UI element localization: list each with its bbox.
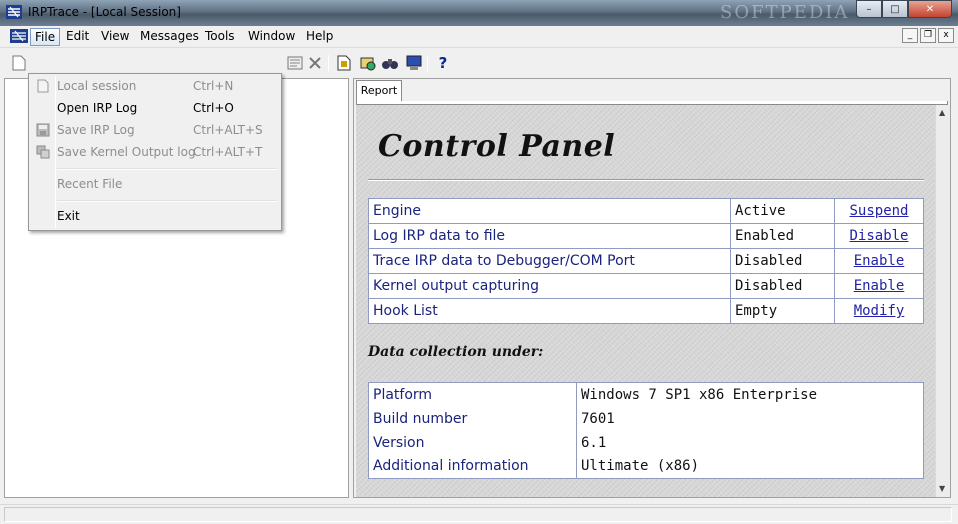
menu-item-save-kernel-output-log[interactable]: Save Kernel Output log Ctrl+ALT+T [31, 142, 279, 162]
menu-item-recent-file[interactable]: Recent File [31, 174, 279, 194]
maximize-button[interactable]: □ [882, 0, 908, 18]
menu-help[interactable]: Help [302, 28, 337, 46]
mdi-restore-button[interactable]: ❐ [920, 28, 936, 43]
control-state: Enabled [730, 223, 835, 249]
status-panel [4, 507, 952, 522]
control-state: Disabled [730, 248, 835, 274]
find-binoculars-icon[interactable] [381, 54, 399, 72]
info-key: Version [368, 430, 577, 455]
enable-link[interactable]: Enable [834, 273, 924, 299]
menu-item-label: Recent File [57, 177, 123, 191]
menu-item-label: Save IRP Log [57, 123, 135, 137]
table-row: Engine Active Suspend [368, 198, 924, 224]
control-state: Disabled [730, 273, 835, 299]
monitor-icon[interactable] [405, 54, 423, 72]
toolbar-separator [328, 55, 329, 71]
menu-item-shortcut: Ctrl+ALT+S [193, 123, 263, 137]
control-table: Engine Active Suspend Log IRP data to fi… [368, 198, 924, 324]
control-state: Empty [730, 298, 835, 324]
menu-item-exit[interactable]: Exit [31, 206, 279, 226]
menu-edit[interactable]: Edit [62, 28, 93, 46]
status-bar [0, 504, 958, 524]
mdi-close-button[interactable]: x [938, 28, 954, 43]
close-button[interactable]: ✕ [908, 0, 952, 18]
report-pane: Report Control Panel Engine Active Suspe… [353, 78, 951, 498]
info-value: 6.1 [581, 434, 607, 451]
title-bar[interactable]: IRPTrace - [Local Session] SOFTPEDIA – □… [0, 0, 958, 26]
save-icon [36, 123, 50, 137]
control-name: Trace IRP data to Debugger/COM Port [368, 248, 731, 274]
scroll-up-icon[interactable]: ▲ [939, 109, 947, 117]
minimize-button[interactable]: – [856, 0, 882, 18]
info-key: Platform [368, 382, 577, 407]
info-value: Windows 7 SP1 x86 Enterprise [581, 386, 818, 403]
table-row: Build number 7601 [368, 406, 924, 431]
caption-buttons: – □ ✕ [856, 0, 952, 18]
control-name: Engine [368, 198, 731, 224]
disable-link[interactable]: Disable [834, 223, 924, 249]
table-row: Platform Windows 7 SP1 x86 Enterprise [368, 382, 924, 407]
menu-item-label: Save Kernel Output log [57, 145, 196, 159]
app-icon [6, 5, 22, 19]
watermark: SOFTPEDIA [720, 2, 850, 23]
menu-item-save-irp-log[interactable]: Save IRP Log Ctrl+ALT+S [31, 120, 279, 140]
menu-item-label: Local session [57, 79, 137, 93]
system-info-table: Platform Windows 7 SP1 x86 Enterprise Bu… [368, 382, 924, 479]
table-row: Trace IRP data to Debugger/COM Port Disa… [368, 248, 924, 274]
toolbar-separator [427, 55, 428, 71]
info-value: 7601 [581, 410, 615, 427]
info-key: Build number [368, 406, 577, 431]
delete-icon[interactable] [306, 54, 324, 72]
menu-file[interactable]: File [30, 28, 61, 46]
menu-item-local-session[interactable]: Local session Ctrl+N [31, 76, 279, 96]
suspend-link[interactable]: Suspend [834, 198, 924, 224]
control-name: Hook List [368, 298, 731, 324]
new-document-icon [37, 79, 49, 93]
title-divider [368, 179, 924, 181]
menu-item-shortcut: Ctrl+O [193, 101, 234, 115]
menu-view[interactable]: View [97, 28, 133, 46]
enable-link[interactable]: Enable [834, 248, 924, 274]
control-state: Active [730, 198, 835, 224]
menu-separator [57, 168, 277, 170]
mdi-buttons: _ ❐ x [902, 28, 954, 43]
control-name: Log IRP data to file [368, 223, 731, 249]
file-menu-dropdown: Local session Ctrl+N Open IRP Log Ctrl+O… [28, 73, 282, 231]
info-key: Additional information [368, 454, 577, 479]
menu-messages[interactable]: Messages [136, 28, 203, 46]
control-name: Kernel output capturing [368, 273, 731, 299]
menu-item-label: Exit [57, 209, 80, 223]
report-view: Control Panel Engine Active Suspend Log … [356, 105, 935, 497]
settings-icon[interactable] [359, 54, 377, 72]
menu-item-shortcut: Ctrl+N [193, 79, 234, 93]
table-row: Version 6.1 [368, 430, 924, 455]
table-row: Kernel output capturing Disabled Enable [368, 273, 924, 299]
menu-separator [57, 200, 277, 202]
menu-window[interactable]: Window [244, 28, 299, 46]
menu-bar: File Edit View Messages Tools Window Hel… [0, 26, 958, 48]
data-collection-heading: Data collection under: [368, 344, 544, 360]
tab-report[interactable]: Report [356, 80, 402, 102]
scroll-down-icon[interactable]: ▼ [939, 485, 947, 493]
help-icon[interactable]: ? [434, 54, 452, 72]
modify-link[interactable]: Modify [834, 298, 924, 324]
report-scrollbar[interactable]: ▲ ▼ [935, 105, 950, 497]
new-session-icon[interactable] [10, 54, 28, 72]
table-row: Additional information Ultimate (x86) [368, 454, 924, 479]
info-value: Ultimate (x86) [581, 458, 700, 475]
mdi-minimize-button[interactable]: _ [902, 28, 918, 43]
table-row: Log IRP data to file Enabled Disable [368, 223, 924, 249]
filter-icon[interactable] [335, 54, 353, 72]
properties-icon[interactable] [286, 54, 304, 72]
menu-tools[interactable]: Tools [201, 28, 239, 46]
menu-item-shortcut: Ctrl+ALT+T [193, 145, 263, 159]
mdi-document-icon[interactable] [10, 29, 28, 43]
page-title: Control Panel [378, 129, 616, 164]
main-frame: File Edit View Messages Tools Window Hel… [0, 26, 958, 524]
table-row: Hook List Empty Modify [368, 298, 924, 324]
window-title: IRPTrace - [Local Session] [28, 5, 181, 19]
menu-item-label: Open IRP Log [57, 101, 138, 115]
menu-item-open-irp-log[interactable]: Open IRP Log Ctrl+O [31, 98, 279, 118]
save-kernel-log-icon [36, 145, 50, 159]
